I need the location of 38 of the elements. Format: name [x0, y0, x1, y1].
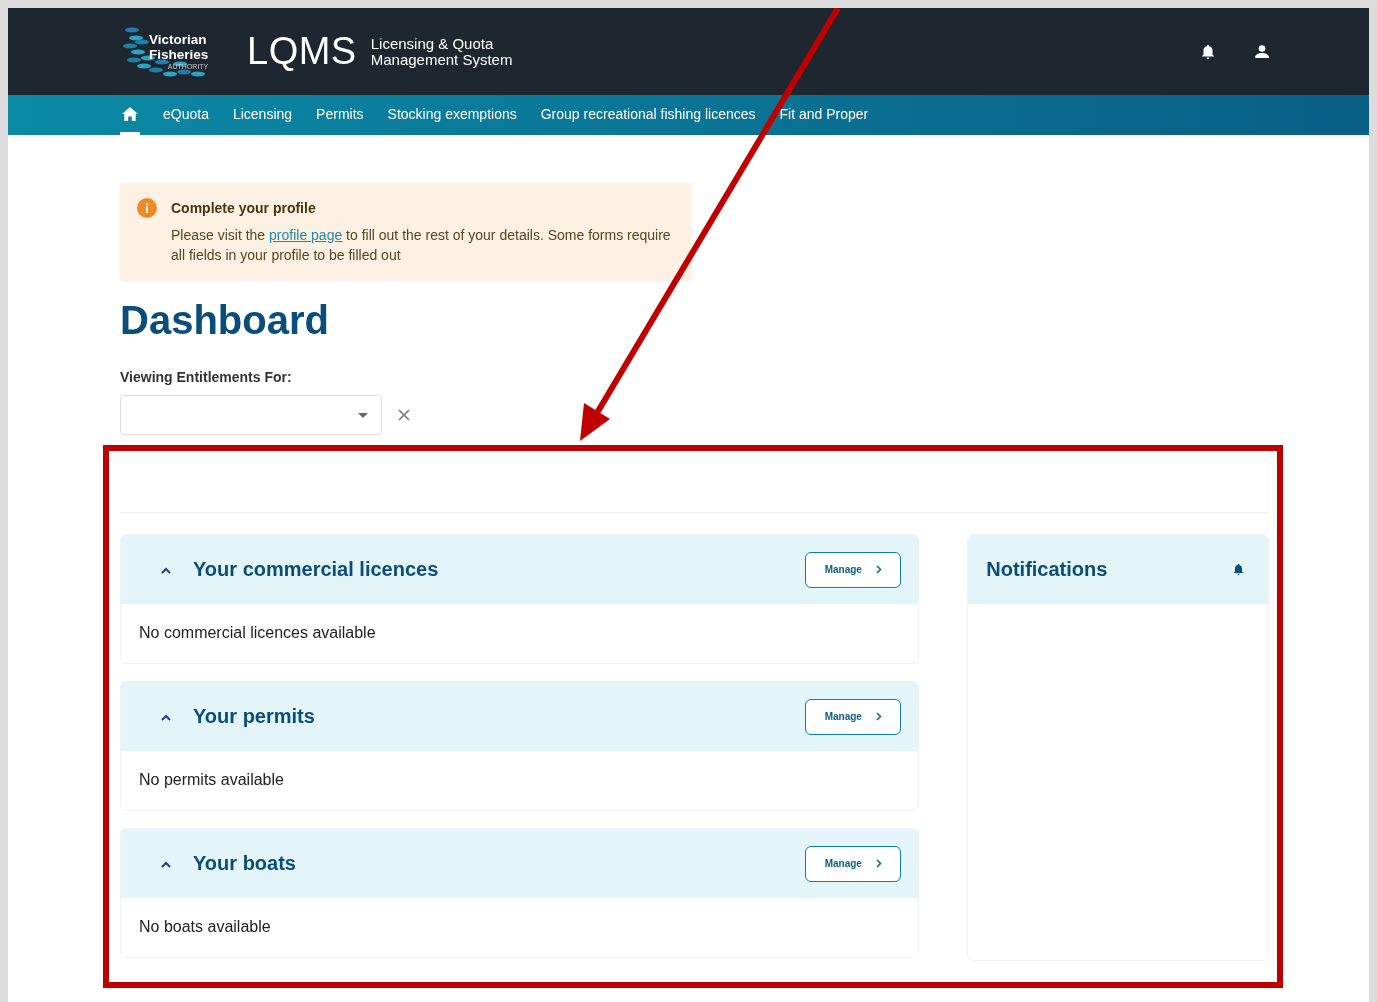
alert-title: Complete your profile [171, 200, 317, 216]
chevron-right-icon [875, 565, 882, 574]
section-title: Your commercial licences [193, 558, 439, 581]
field-label: Viewing Entitlements For: [120, 369, 293, 385]
section-title: Your boats [193, 852, 296, 875]
chevron-up-icon[interactable] [160, 565, 172, 574]
app-subtitle: Licensing & Quota [370, 35, 495, 52]
chevron-right-icon [875, 859, 882, 868]
info-icon [137, 198, 157, 218]
chevron-right-icon [875, 712, 882, 721]
app-name: LQMS [247, 30, 357, 73]
nav-link[interactable]: Fit and Proper [778, 95, 870, 135]
nav-link[interactable]: Stocking exemptions [386, 95, 518, 135]
close-icon[interactable] [398, 409, 410, 421]
manage-button[interactable]: Manage [805, 845, 902, 882]
manage-button[interactable]: Manage [805, 698, 902, 735]
section-title: Your permits [193, 705, 315, 728]
empty-message: No permits available [138, 770, 285, 790]
page-title: Dashboard [120, 298, 330, 343]
chevron-up-icon[interactable] [160, 712, 172, 721]
bell-icon [1233, 563, 1244, 576]
nav-link[interactable]: eQuota [162, 95, 210, 135]
logo-text: Victorian [149, 32, 208, 47]
alert-message: Please visit the profile page to fill out the rest of your details. Some forms require all fields in your profile to be filled out [171, 226, 671, 265]
chevron-up-icon[interactable] [160, 859, 172, 868]
empty-message: No commercial licences available [138, 623, 377, 643]
nav-link[interactable]: Permits [315, 95, 365, 135]
caret-icon [358, 412, 368, 418]
profile-link[interactable]: profile page [269, 227, 343, 243]
manage-button[interactable]: Manage [805, 551, 902, 588]
nav-link[interactable]: Group recreational fishing licences [539, 95, 757, 135]
nav-link[interactable]: Licensing [231, 95, 294, 135]
logo-text: Fisheries [149, 47, 209, 62]
user-icon[interactable] [1255, 45, 1269, 58]
notification-bell-icon[interactable] [1201, 43, 1215, 60]
app-subtitle: Management System [370, 51, 513, 68]
empty-message: No boats available [138, 917, 272, 937]
panel-title: Notifications [986, 558, 1108, 581]
